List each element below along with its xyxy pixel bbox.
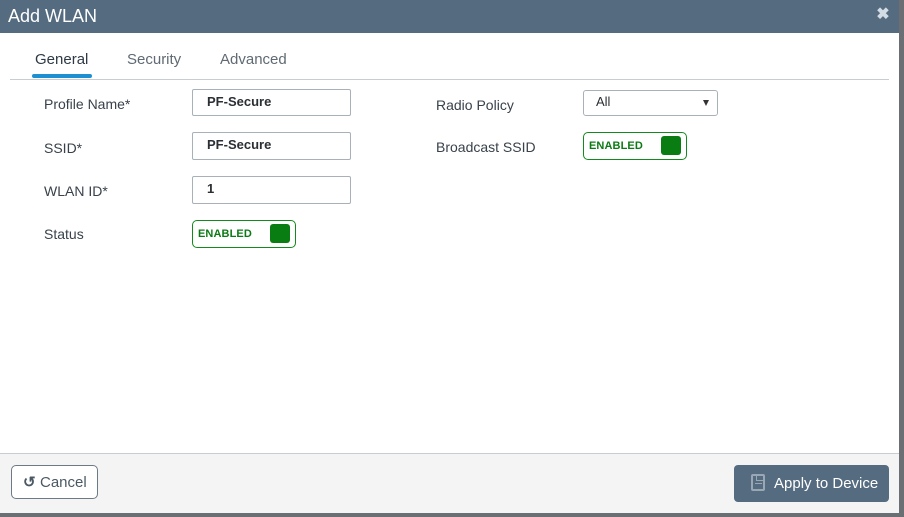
dialog-titlebar: Add WLAN ✖ xyxy=(0,0,899,33)
tab-general[interactable]: General xyxy=(35,51,88,68)
ssid-input[interactable]: PF-Secure xyxy=(192,132,351,160)
save-icon xyxy=(751,474,765,491)
tab-bar: General Security Advanced xyxy=(10,33,889,80)
broadcast-ssid-toggle[interactable]: ENABLED xyxy=(583,132,687,160)
wlan-id-input[interactable]: 1 xyxy=(192,176,351,204)
radio-policy-selected: All xyxy=(596,94,611,109)
profile-name-input[interactable]: PF-Secure xyxy=(192,89,351,116)
status-toggle[interactable]: ENABLED xyxy=(192,220,296,248)
dialog-title: Add WLAN xyxy=(8,6,98,26)
broadcast-ssid-toggle-knob xyxy=(661,136,681,155)
active-tab-indicator xyxy=(32,74,92,78)
profile-name-label: Profile Name* xyxy=(44,96,131,112)
status-toggle-knob xyxy=(270,224,290,243)
undo-icon: ↺ xyxy=(23,474,36,491)
broadcast-ssid-label: Broadcast SSID xyxy=(436,139,536,155)
cancel-button-label: Cancel xyxy=(40,474,87,491)
tab-security[interactable]: Security xyxy=(127,51,181,68)
broadcast-ssid-toggle-text: ENABLED xyxy=(589,140,643,152)
radio-policy-select[interactable]: All xyxy=(583,90,718,116)
ssid-label: SSID* xyxy=(44,140,83,156)
add-wlan-dialog: Add WLAN ✖ General Security Advanced Pro… xyxy=(0,0,899,513)
dialog-footer: ↺ Cancel Apply to Device xyxy=(0,453,899,513)
apply-to-device-button[interactable]: Apply to Device xyxy=(734,465,889,502)
cancel-button[interactable]: ↺ Cancel xyxy=(11,465,98,499)
radio-policy-label: Radio Policy xyxy=(436,97,514,113)
wlan-id-label: WLAN ID* xyxy=(44,183,108,199)
chevron-down-icon xyxy=(703,100,709,106)
status-toggle-text: ENABLED xyxy=(198,228,252,240)
close-icon[interactable]: ✖ xyxy=(876,7,890,23)
status-label: Status xyxy=(44,226,84,242)
tab-advanced[interactable]: Advanced xyxy=(220,51,287,68)
apply-button-label: Apply to Device xyxy=(774,475,879,492)
